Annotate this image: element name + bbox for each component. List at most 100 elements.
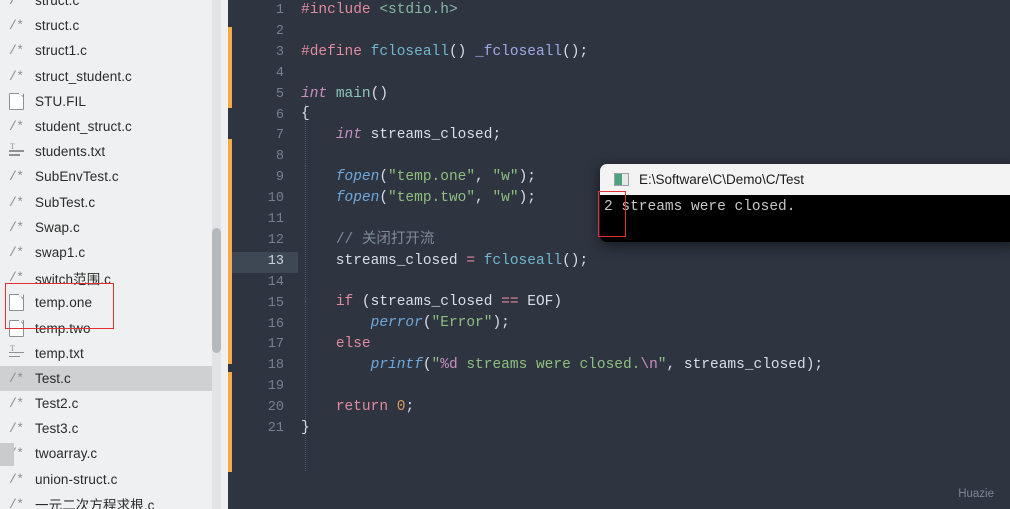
file-list-item-label: temp.txt — [35, 345, 84, 361]
code-line[interactable]: printf("%d streams were closed.\n", stre… — [301, 355, 824, 376]
line-number[interactable]: 10 — [228, 189, 284, 210]
c-source-icon: /* — [9, 270, 24, 286]
code-token: "w" — [492, 169, 519, 186]
code-line[interactable]: int main() — [301, 84, 823, 105]
code-line[interactable]: streams_closed = fcloseall(); — [301, 251, 823, 272]
code-line[interactable]: if (streams_closed == EOF) — [301, 292, 823, 313]
line-number[interactable]: 12 — [228, 231, 284, 252]
line-number[interactable]: 7 — [228, 126, 284, 147]
line-number[interactable]: 3 — [228, 43, 284, 64]
code-token: , — [666, 357, 684, 374]
code-line[interactable]: int streams_closed; — [301, 125, 823, 146]
line-number[interactable]: 19 — [228, 377, 284, 398]
code-line[interactable] — [301, 272, 823, 293]
line-number[interactable]: 1 — [228, 1, 284, 22]
code-token: "temp.two" — [388, 190, 476, 207]
line-number[interactable]: 11 — [228, 210, 284, 231]
file-list-item[interactable]: /* twoarray.c — [0, 441, 212, 466]
console-output-window[interactable]: E:\Software\C\Demo\C/Test 2 streams were… — [600, 164, 1010, 242]
line-number-gutter[interactable]: 1 2 3 4 5 6 7 8 9 10 11 12 13 14 15 16 17 18 19 20 21 — [228, 0, 298, 509]
file-list-item-label: struct1.c — [35, 43, 87, 59]
code-line[interactable]: { — [301, 104, 823, 125]
code-token: #include — [301, 2, 380, 18]
code-token: () — [370, 85, 389, 102]
code-line[interactable]: else — [301, 334, 823, 355]
sidebar-scrollbar-thumb[interactable] — [212, 228, 221, 353]
file-list-item[interactable]: /* struct.c — [0, 0, 212, 13]
file-list-item[interactable]: /* Test2.c — [0, 391, 212, 416]
code-line[interactable] — [301, 21, 823, 42]
sidebar-scroll-corner[interactable] — [0, 443, 14, 466]
code-line[interactable]: #define fcloseall() _fcloseall(); — [301, 42, 823, 63]
file-list-item-label: Test2.c — [35, 396, 79, 412]
file-list-item[interactable]: /* union-struct.c — [0, 467, 212, 492]
code-line[interactable] — [301, 63, 823, 84]
file-list-item[interactable]: temp.one — [0, 290, 212, 315]
file-list-item[interactable]: /* Test.c — [0, 365, 212, 391]
file-list-item-label: temp.one — [35, 295, 93, 311]
code-line[interactable]: perror("Error"); — [301, 313, 823, 334]
file-list-item[interactable]: /* 一元二次方程求根.c — [0, 492, 212, 509]
line-number[interactable]: 21 — [228, 419, 284, 440]
file-explorer-sidebar[interactable]: /* struct.c /* struct.c /* struct1.c /* struct_… — [0, 0, 228, 509]
file-list-item[interactable]: /* SubTest.c — [0, 190, 212, 215]
file-list-item-label: students.txt — [35, 144, 106, 160]
code-editor[interactable]: 1 2 3 4 5 6 7 8 9 10 11 12 13 14 15 16 17 18 19 20 21 #inclu… — [228, 0, 1010, 509]
line-number[interactable]: 14 — [228, 273, 284, 294]
c-source-icon: /* — [9, 496, 24, 509]
code-line[interactable]: } — [301, 418, 823, 439]
file-list-item-label: struct_student.c — [35, 68, 132, 84]
line-number[interactable]: 18 — [228, 356, 284, 377]
line-number[interactable]: 13 — [228, 252, 284, 273]
file-list-item[interactable]: Ttemp.txt — [0, 341, 212, 366]
file-list-item[interactable]: temp.two — [0, 315, 212, 340]
file-list-item[interactable]: /* struct1.c — [0, 38, 212, 63]
file-list-item[interactable]: Tstudents.txt — [0, 139, 212, 164]
console-body[interactable]: 2 streams were closed. — [600, 195, 1010, 242]
file-list-item[interactable]: /* student_struct.c — [0, 114, 212, 139]
file-list-item-label: twoarray.c — [35, 446, 98, 462]
file-list[interactable]: /* struct.c /* struct.c /* struct1.c /* struct_… — [0, 0, 212, 509]
line-number[interactable]: 20 — [228, 398, 284, 419]
line-number[interactable]: 15 — [228, 294, 284, 315]
console-title-bar[interactable]: E:\Software\C\Demo\C/Test — [600, 164, 1010, 195]
c-source-icon: /* — [9, 18, 24, 34]
c-source-icon: /* — [9, 68, 24, 84]
file-list-item[interactable]: /* struct_student.c — [0, 64, 212, 89]
file-list-item[interactable]: /* Swap.c — [0, 215, 212, 240]
file-list-item-label: temp.two — [35, 320, 91, 336]
line-number[interactable]: 17 — [228, 335, 284, 356]
file-list-item[interactable]: /* switch范围.c — [0, 265, 212, 290]
code-token: main — [335, 85, 371, 102]
console-output-line: 2 streams were closed. — [604, 199, 796, 215]
line-number[interactable]: 16 — [228, 315, 284, 336]
line-number[interactable]: 5 — [228, 85, 284, 106]
code-line[interactable]: #include <stdio.h> — [301, 0, 823, 21]
file-list-item[interactable]: STU.FIL — [0, 89, 212, 114]
file-list-item[interactable]: /* swap1.c — [0, 240, 212, 265]
code-token: <stdio.h> — [379, 2, 458, 18]
code-line[interactable]: return 0; — [301, 397, 823, 418]
line-number[interactable]: 6 — [228, 106, 284, 127]
file-list-item[interactable]: /* Test3.c — [0, 416, 212, 441]
line-number[interactable]: 4 — [228, 64, 284, 85]
file-icon — [9, 319, 35, 337]
code-token: ; — [405, 398, 415, 415]
watermark-label: Huazie — [958, 488, 994, 500]
file-list-item[interactable]: /* struct.c — [0, 13, 212, 38]
code-token: streams_closed; — [370, 127, 502, 144]
code-token: ( — [379, 190, 389, 207]
code-line[interactable] — [301, 376, 823, 397]
code-token: , — [475, 190, 493, 207]
file-list-item[interactable]: /* SubEnvTest.c — [0, 164, 212, 189]
line-number[interactable]: 2 — [228, 22, 284, 43]
code-token: fopen — [335, 190, 380, 207]
line-number[interactable]: 9 — [228, 168, 284, 189]
line-number[interactable]: 8 — [228, 147, 284, 168]
